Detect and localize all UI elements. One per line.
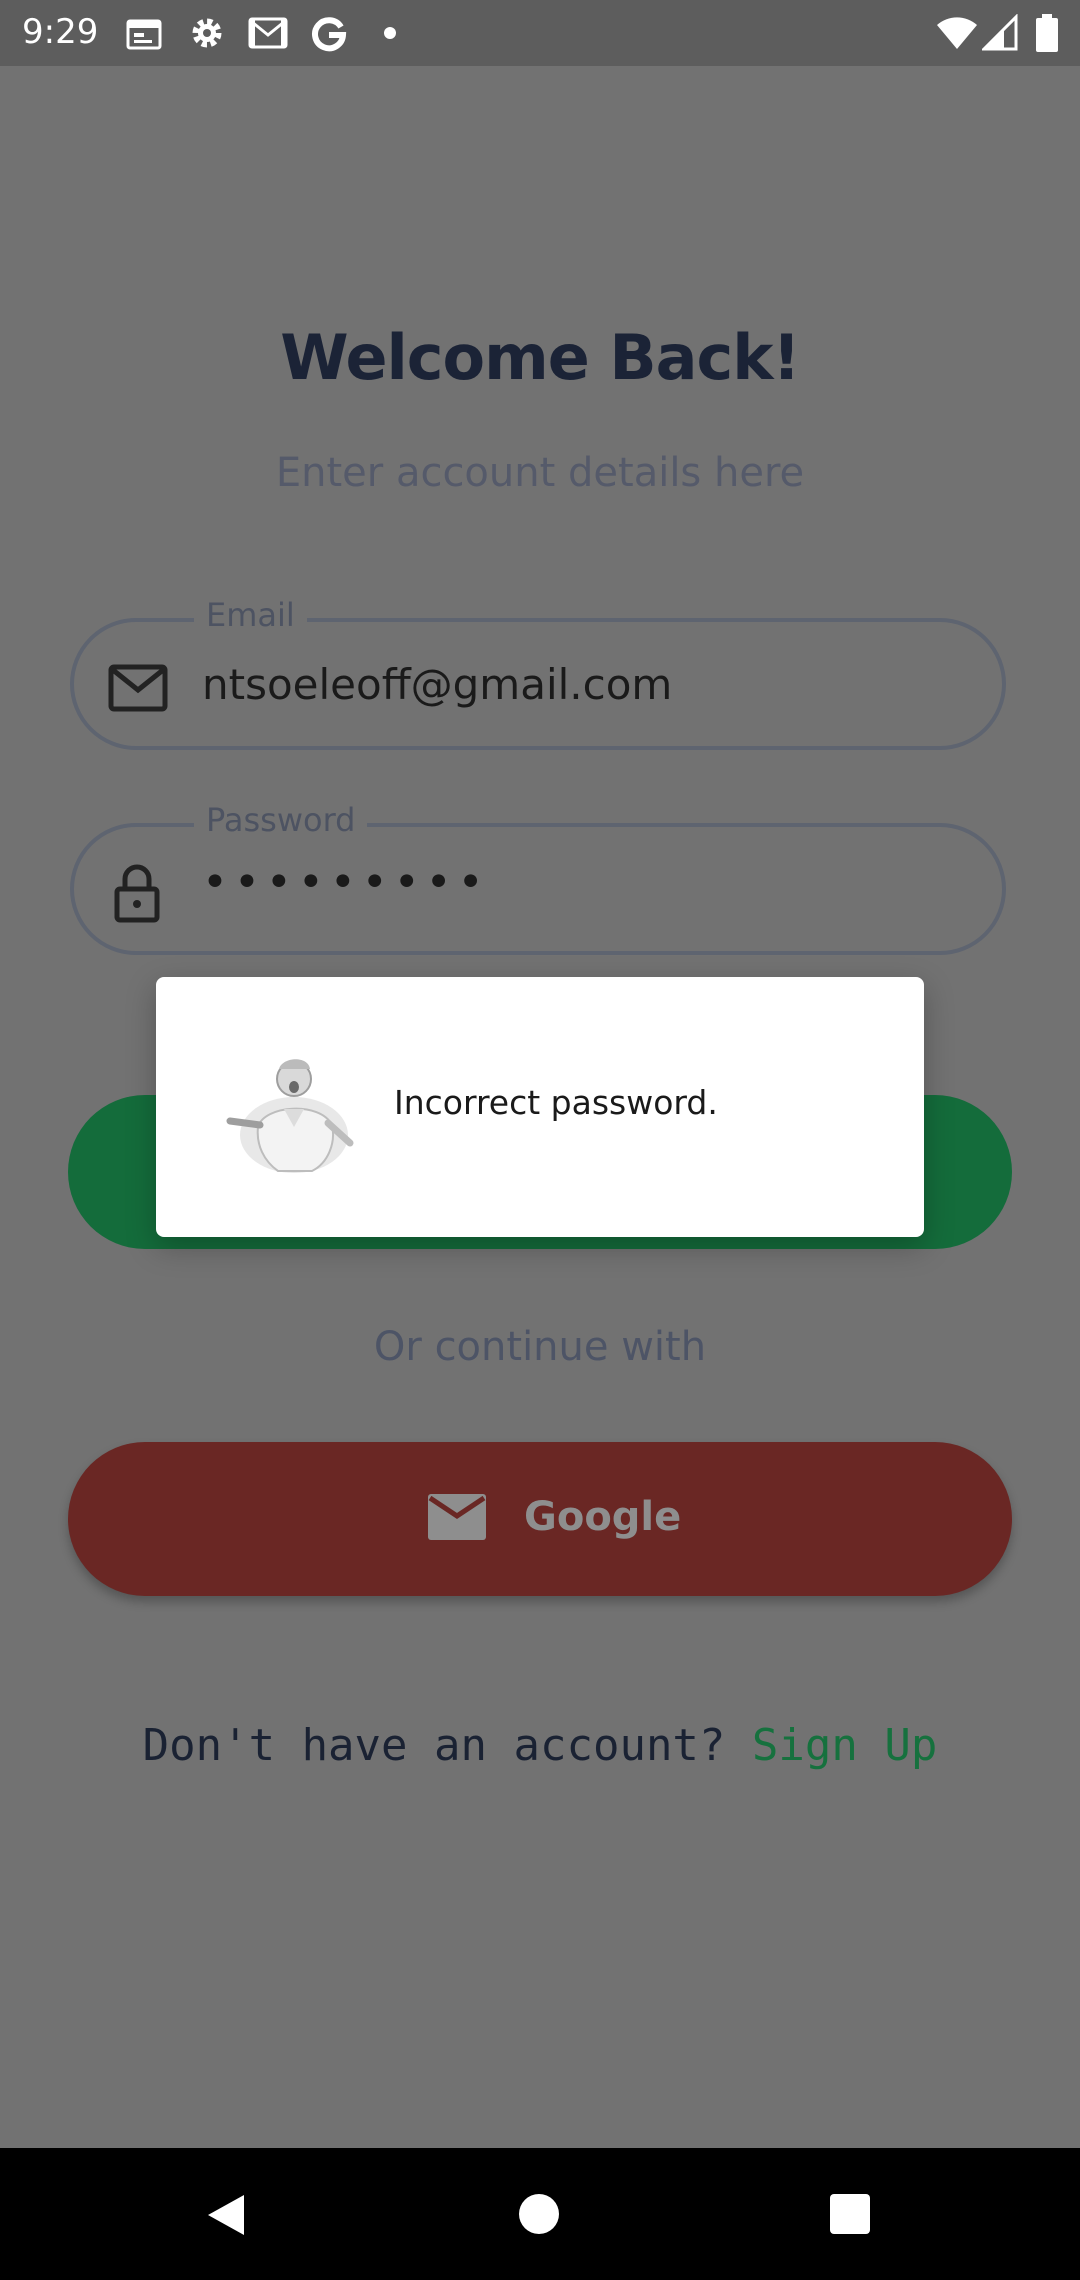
battery-icon [1036,14,1058,52]
password-label: Password [194,801,368,839]
signup-prompt: Don't have an account? [142,1720,726,1771]
mail-icon [108,664,168,712]
signup-row: Don't have an account? Sign Up [0,1720,1080,1771]
mail-icon [428,1494,486,1540]
email-label: Email [194,596,307,634]
google-signin-button[interactable]: Google [68,1442,1012,1596]
page-title: Welcome Back! [280,321,800,394]
lock-icon [114,864,160,923]
password-value[interactable]: ••••••••• [202,857,490,908]
status-bar: 9:29 [0,0,1080,66]
dialog-message: Incorrect password. [394,1083,718,1122]
signup-link[interactable]: Sign Up [752,1720,937,1771]
email-value[interactable]: ntsoeleoff@gmail.com [202,660,672,709]
email-field[interactable]: Email ntsoeleoff@gmail.com [70,596,1006,750]
wifi-icon [937,17,977,49]
error-dialog: Incorrect password. [156,977,924,1237]
notification-dot [384,27,396,39]
status-time: 9:29 [22,12,99,52]
home-button[interactable] [519,2194,559,2234]
calendar-icon [126,19,162,50]
system-nav-bar [0,2148,1080,2280]
password-field[interactable]: Password ••••••••• [70,801,1006,955]
google-icon [312,17,347,52]
google-button-label: Google [524,1494,682,1540]
page-subtitle: Enter account details here [275,450,805,496]
gear-icon [192,18,222,48]
signal-icon [982,14,1018,51]
recents-button[interactable] [830,2194,870,2234]
chef-figure-image [226,1059,354,1173]
back-button[interactable] [204,2192,248,2238]
divider-text: Or continue with [373,1324,707,1370]
gmail-icon [248,17,288,49]
